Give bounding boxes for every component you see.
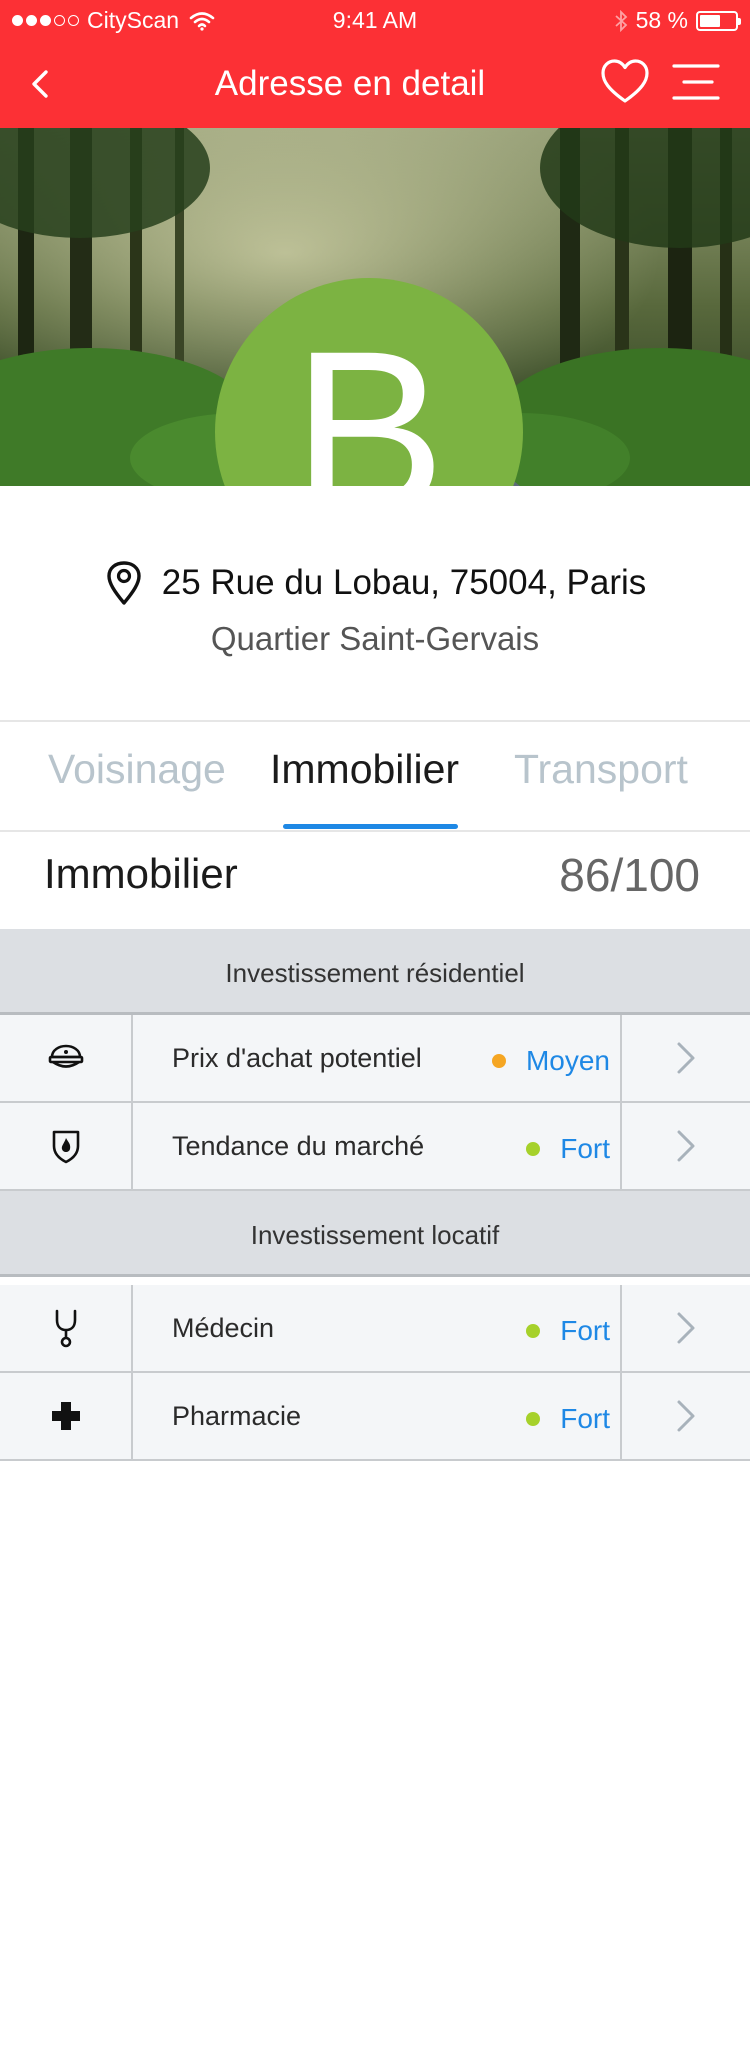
active-tab-indicator (283, 824, 458, 829)
tab-immobilier[interactable]: Immobilier (270, 746, 459, 793)
row-label: Médecin (172, 1313, 275, 1343)
list-item-tendance-marche[interactable]: Tendance du marché Fort (0, 1103, 750, 1191)
row-chevron-cell[interactable] (620, 1285, 750, 1371)
row-status: Fort (526, 1133, 610, 1165)
chevron-right-icon (677, 1400, 695, 1432)
row-icon-cell (0, 1015, 133, 1101)
section-title: Immobilier (44, 850, 238, 897)
status-text: Fort (560, 1133, 610, 1164)
status-dot-orange (491, 1054, 506, 1068)
status-dot-green (526, 1142, 541, 1156)
chevron-right-icon (677, 1042, 695, 1074)
row-icon-cell (0, 1373, 133, 1459)
row-label: Pharmacie (172, 1401, 302, 1431)
address-line: 25 Rue du Lobau, 75004, Paris (0, 560, 750, 606)
status-bar: CityScan 9:41 AM 58 % (0, 0, 750, 40)
row-icon-cell (0, 1285, 133, 1371)
address-block: 25 Rue du Lobau, 75004, Paris Quartier S… (0, 560, 750, 658)
bluetooth-icon (614, 9, 627, 32)
status-text: Moyen (525, 1045, 610, 1076)
group-header: Investissement résidentiel (0, 929, 750, 1015)
status-dot-green (526, 1412, 541, 1426)
status-dot-green (526, 1324, 541, 1338)
battery-icon (696, 10, 741, 31)
page-title: Adresse en detail (214, 64, 486, 103)
battery-fill (700, 14, 720, 27)
row-label: Prix d'achat potentiel (172, 1043, 422, 1073)
list-item-prix-achat[interactable]: Prix d'achat potentiel Moyen (0, 1015, 750, 1103)
row-chevron-cell[interactable] (620, 1103, 750, 1189)
status-text: Fort (560, 1315, 610, 1346)
section-score: 86/100 (559, 849, 700, 901)
district-name: Quartier Saint-Gervais (210, 620, 540, 657)
row-icon-cell (0, 1103, 133, 1189)
group-header: Investissement locatif (0, 1191, 750, 1277)
street-address: 25 Rue du Lobau, 75004, Paris (161, 563, 647, 602)
row-label: Tendance du marché (172, 1131, 425, 1161)
row-status: Fort (526, 1403, 610, 1435)
stethoscope-icon (55, 1309, 76, 1348)
row-chevron-cell[interactable] (620, 1373, 750, 1459)
list-item-medecin[interactable]: Médecin Fort (0, 1285, 750, 1373)
tab-voisinage[interactable]: Voisinage (48, 746, 226, 793)
medical-cross-icon (51, 1402, 80, 1430)
battery-percent: 58 % (635, 7, 688, 33)
category-tabs: Voisinage Immobilier Transport (0, 722, 750, 830)
tab-transport[interactable]: Transport (514, 746, 688, 793)
chevron-right-icon (677, 1130, 695, 1162)
location-pin-icon (107, 561, 141, 605)
fire-shield-icon (52, 1130, 79, 1164)
app-header: CityScan 9:41 AM 58 % Adresse en detail (0, 0, 750, 128)
status-text: Fort (560, 1403, 610, 1434)
heart-icon[interactable] (600, 58, 650, 106)
divider (0, 830, 750, 832)
status-right: 58 % (614, 7, 741, 34)
row-status: Fort (526, 1315, 610, 1347)
chevron-right-icon (677, 1312, 695, 1344)
police-cap-icon (48, 1044, 83, 1068)
row-chevron-cell[interactable] (620, 1015, 750, 1101)
hamburger-menu-icon[interactable] (672, 62, 720, 102)
list-item-pharmacie[interactable]: Pharmacie Fort (0, 1373, 750, 1461)
row-status: Moyen (491, 1045, 610, 1077)
hero-forest-image: B (0, 128, 750, 486)
